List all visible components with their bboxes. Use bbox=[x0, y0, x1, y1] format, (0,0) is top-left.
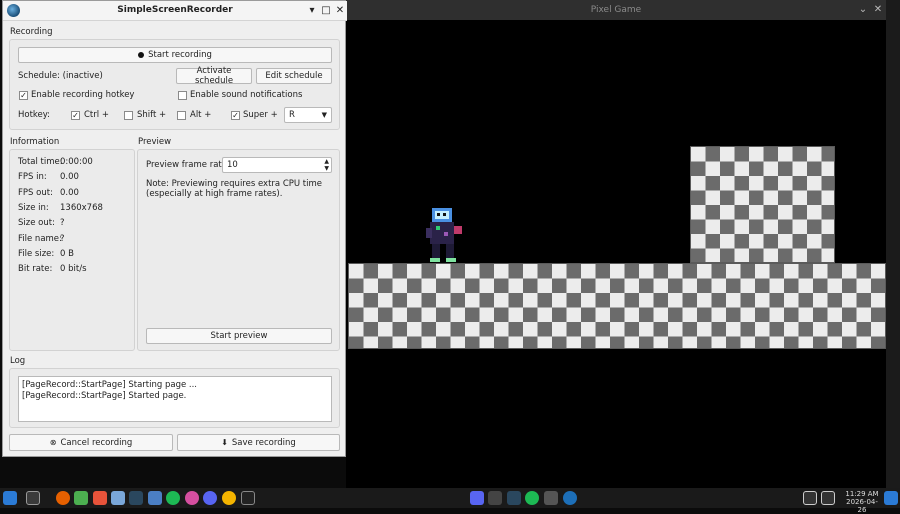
info-label: Size out: bbox=[18, 218, 55, 228]
ssr-tray-icon[interactable] bbox=[563, 491, 577, 505]
alt-label: Alt + bbox=[190, 110, 212, 120]
files-icon[interactable] bbox=[26, 491, 40, 505]
discord-icon[interactable] bbox=[203, 491, 217, 505]
player-character bbox=[426, 208, 462, 262]
keyboard-icon[interactable] bbox=[803, 491, 817, 505]
preview-note: Note: Previewing requires extra CPU time… bbox=[146, 179, 323, 199]
start-preview-button[interactable]: Start preview bbox=[146, 328, 332, 344]
steam-icon[interactable] bbox=[129, 491, 143, 505]
info-value: ? bbox=[60, 218, 65, 228]
super-checkbox[interactable]: ✓ bbox=[231, 111, 240, 120]
info-value: 0.00 bbox=[60, 172, 79, 182]
edit-schedule-button[interactable]: Edit schedule bbox=[256, 68, 332, 84]
enable-hotkey-label: Enable recording hotkey bbox=[31, 90, 135, 100]
info-value: ? bbox=[60, 234, 65, 244]
desktop-icon[interactable] bbox=[884, 491, 898, 505]
cancel-icon: ⊗ bbox=[49, 438, 57, 447]
enable-sound-checkbox[interactable] bbox=[178, 91, 187, 100]
terminal-icon[interactable] bbox=[241, 491, 255, 505]
info-label: Total time: bbox=[18, 157, 63, 167]
start-recording-button[interactable]: Start recording bbox=[18, 47, 332, 63]
info-label: FPS out: bbox=[18, 188, 53, 198]
minecraft-icon[interactable] bbox=[74, 491, 88, 505]
schedule-status: Schedule: (inactive) bbox=[18, 71, 103, 81]
log-line: [PageRecord::StartPage] Starting page ..… bbox=[22, 380, 197, 390]
hotkey-key-select[interactable]: R ▼ bbox=[284, 107, 332, 123]
information-group-title: Information bbox=[10, 137, 60, 147]
pixel-game-window[interactable]: Pixel Game ⌄ ✕ bbox=[346, 0, 886, 488]
discord-tray-icon[interactable] bbox=[470, 491, 484, 505]
ssr-window[interactable]: SimpleScreenRecorder ▾ □ ✕ Recording Sta… bbox=[2, 0, 347, 457]
network-tray-icon[interactable] bbox=[544, 491, 558, 505]
ssr-minimize-button[interactable]: ▾ bbox=[305, 4, 319, 18]
start-icon[interactable] bbox=[3, 491, 17, 505]
info-label: Bit rate: bbox=[18, 264, 53, 274]
ctrl-label: Ctrl + bbox=[84, 110, 109, 120]
info-label: File name: bbox=[18, 234, 62, 244]
steam-tray-icon[interactable] bbox=[507, 491, 521, 505]
clock[interactable]: 11:29 AM 2026-04-26 bbox=[842, 490, 882, 514]
chrome-icon[interactable] bbox=[222, 491, 236, 505]
clock-time: 11:29 AM bbox=[845, 490, 879, 498]
record-dot-icon bbox=[138, 52, 145, 58]
firefox-icon[interactable] bbox=[56, 491, 70, 505]
info-value: 0 bit/s bbox=[60, 264, 87, 274]
alt-checkbox[interactable] bbox=[177, 111, 186, 120]
spotify-icon[interactable] bbox=[166, 491, 180, 505]
gdevelop-icon[interactable] bbox=[111, 491, 125, 505]
log-textarea[interactable]: [PageRecord::StartPage] Starting page ..… bbox=[18, 376, 332, 422]
enable-hotkey-checkbox[interactable]: ✓ bbox=[19, 91, 28, 100]
save-recording-label: Save recording bbox=[231, 437, 296, 448]
info-label: Size in: bbox=[18, 203, 49, 213]
cancel-recording-label: Cancel recording bbox=[60, 437, 133, 448]
game-minimize-button[interactable]: ⌄ bbox=[856, 3, 870, 17]
ctrl-checkbox[interactable]: ✓ bbox=[71, 111, 80, 120]
taskbar: 11:29 AM 2026-04-26 bbox=[0, 488, 900, 514]
ssr-close-button[interactable]: ✕ bbox=[333, 4, 347, 18]
ssr-titlebar[interactable]: SimpleScreenRecorder ▾ □ ✕ bbox=[3, 1, 347, 21]
super-label: Super + bbox=[243, 110, 278, 120]
info-label: FPS in: bbox=[18, 172, 47, 182]
log-group-title: Log bbox=[10, 356, 26, 366]
log-line: [PageRecord::StartPage] Started page. bbox=[22, 391, 187, 401]
ssr-title: SimpleScreenRecorder bbox=[117, 5, 233, 15]
info-value: 0:00:00 bbox=[60, 157, 93, 167]
start-recording-label: Start recording bbox=[148, 50, 212, 60]
spin-arrows-icon[interactable]: ▲ ▼ bbox=[324, 158, 329, 172]
shift-checkbox[interactable] bbox=[124, 111, 133, 120]
preview-frame-rate-label: Preview frame rate: bbox=[146, 160, 230, 170]
game-title: Pixel Game bbox=[590, 5, 642, 15]
game-canvas[interactable] bbox=[346, 20, 886, 488]
info-value: 0.00 bbox=[60, 188, 79, 198]
tower-block bbox=[690, 146, 835, 263]
spotify-tray-icon[interactable] bbox=[525, 491, 539, 505]
enable-sound-label: Enable sound notifications bbox=[190, 90, 303, 100]
shift-label: Shift + bbox=[137, 110, 167, 120]
krita-icon[interactable] bbox=[185, 491, 199, 505]
recording-group-title: Recording bbox=[10, 27, 53, 37]
ssr-maximize-button[interactable]: □ bbox=[319, 4, 333, 18]
desktop-edge bbox=[886, 0, 900, 488]
save-recording-button[interactable]: ⬇ Save recording bbox=[177, 434, 340, 451]
cancel-recording-button[interactable]: ⊗ Cancel recording bbox=[9, 434, 173, 451]
hotkey-label: Hotkey: bbox=[18, 110, 51, 120]
info-value: 1360x768 bbox=[60, 203, 103, 213]
html-icon[interactable] bbox=[93, 491, 107, 505]
game-close-button[interactable]: ✕ bbox=[871, 3, 885, 17]
hotkey-key-value: R bbox=[289, 110, 295, 120]
cat-tray-icon[interactable] bbox=[488, 491, 502, 505]
ground-platform bbox=[348, 263, 886, 349]
preview-frame-rate-value: 10 bbox=[227, 160, 238, 170]
preview-frame-rate-spinbox[interactable]: 10 ▲ ▼ bbox=[222, 157, 332, 173]
info-value: 0 B bbox=[60, 249, 74, 259]
info-label: File size: bbox=[18, 249, 55, 259]
save-icon: ⬇ bbox=[221, 438, 228, 447]
games-icon[interactable] bbox=[148, 491, 162, 505]
preview-group-title: Preview bbox=[138, 137, 172, 147]
clock-date: 2026-04-26 bbox=[846, 498, 878, 514]
chevron-down-icon: ▼ bbox=[321, 111, 327, 119]
game-titlebar[interactable]: Pixel Game ⌄ ✕ bbox=[346, 0, 886, 20]
clipboard-icon[interactable] bbox=[821, 491, 835, 505]
activate-schedule-button[interactable]: Activate schedule bbox=[176, 66, 252, 86]
